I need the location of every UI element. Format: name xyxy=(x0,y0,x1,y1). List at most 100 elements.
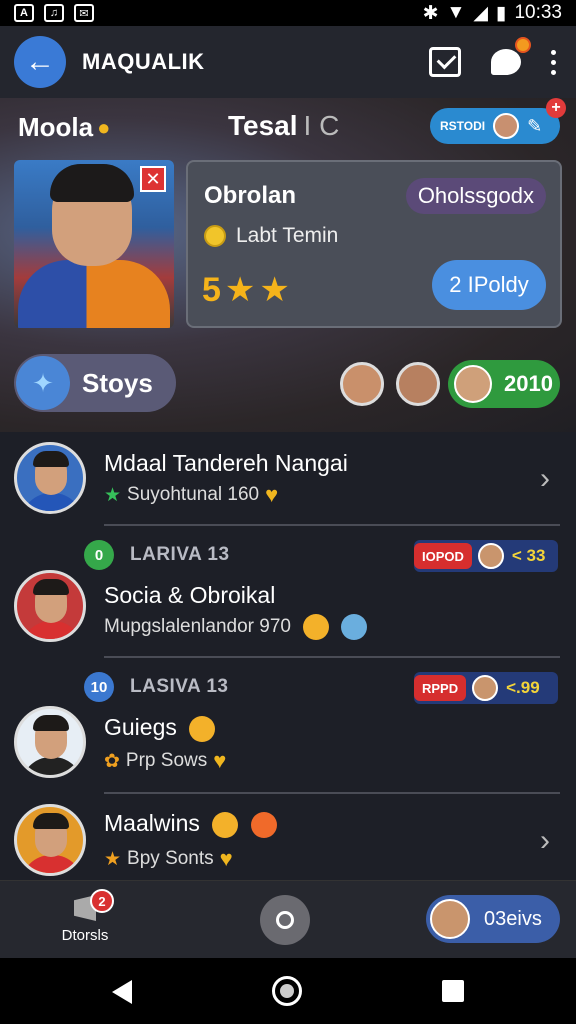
emoji-icon xyxy=(250,811,277,838)
score-pill[interactable]: IOPOD < 33 xyxy=(414,540,558,572)
avatar xyxy=(430,899,470,939)
mail-icon: ✉ xyxy=(74,4,94,22)
rank-badge: 10 xyxy=(84,672,114,702)
signal-icon: ◢ xyxy=(473,2,488,24)
compose-icon[interactable] xyxy=(429,47,461,77)
list-item[interactable]: 0 LARIVA 13 IOPOD < 33 Socia & Obroikal … xyxy=(0,526,576,656)
search-icon xyxy=(276,911,294,929)
avatar xyxy=(14,442,86,514)
hero-title: Tesal I C xyxy=(228,110,339,142)
avatar xyxy=(493,113,520,139)
nav-home[interactable]: 2 Dtorsls xyxy=(60,889,114,944)
info-card: Obrolan Oholssgodx Labt Temin 5 ★ ★ 2 IP… xyxy=(186,160,562,328)
coin-icon xyxy=(204,225,226,247)
story-count-pill[interactable]: 2010 xyxy=(448,360,560,408)
bottom-nav: 2 Dtorsls 03eivs xyxy=(0,880,576,958)
row-subtitle: ★ Suyohtunal 160 ♥ xyxy=(104,482,278,508)
score-tag: RPPD xyxy=(414,675,467,701)
arrow-left-icon: ← xyxy=(25,45,55,78)
star-icon: ★ xyxy=(104,484,122,506)
rating: 5 ★ ★ xyxy=(202,270,290,310)
info-card-subtitle-text: Labt Temin xyxy=(236,224,339,247)
flower-icon: ✿ xyxy=(104,750,120,772)
rank-label: LARIVA 13 xyxy=(130,544,230,565)
avatar-hair xyxy=(33,451,69,467)
row-subtitle-text: Mupgslalenlandor 970 xyxy=(104,616,291,637)
studio-pill-label: RSTODI xyxy=(440,119,486,133)
avatar xyxy=(14,570,86,642)
system-back-icon[interactable] xyxy=(112,980,132,1004)
bluetooth-icon: ✱ xyxy=(422,2,439,24)
back-button[interactable]: ← xyxy=(14,36,66,88)
score-value: < 33 xyxy=(511,546,546,565)
avatar xyxy=(14,804,86,876)
row-subtitle: ✿ Prp Sows ♥ xyxy=(104,748,226,774)
info-card-title: Obrolan xyxy=(204,182,297,209)
search-button[interactable] xyxy=(260,895,310,945)
row-subtitle-text: Suyohtunal 160 xyxy=(127,484,260,505)
notification-dot xyxy=(515,37,531,53)
avatar-shirt xyxy=(21,621,83,639)
player-card[interactable]: ✕ xyxy=(14,160,174,328)
avatar-shirt xyxy=(21,855,83,873)
score-pill[interactable]: RPPD <.99 xyxy=(414,672,558,704)
profile-pill-label: 03eivs xyxy=(484,907,542,930)
story-avatar[interactable] xyxy=(340,362,384,406)
avatar-hair xyxy=(33,715,69,731)
avatar-shirt xyxy=(21,493,83,511)
notification-icon-music: ♫ xyxy=(44,4,64,22)
system-home-icon[interactable] xyxy=(272,976,302,1006)
avatar-shirt xyxy=(21,757,83,775)
rating-number: 5 xyxy=(202,270,221,309)
row-subtitle-text: Bpy Sonts xyxy=(127,848,214,869)
hero-title-text: Tesal xyxy=(228,110,298,141)
info-card-tag[interactable]: Oholssgodx xyxy=(405,178,546,214)
emoji-icon xyxy=(212,811,239,838)
row-title: Mdaal Tandereh Nangai xyxy=(104,450,348,476)
close-icon[interactable]: ✕ xyxy=(140,166,166,192)
row-title: Guiegs xyxy=(104,714,216,742)
status-time: 10:33 xyxy=(514,2,562,23)
list-item[interactable]: Maalwins ★ Bpy Sonts ♥ › xyxy=(0,794,576,880)
battery-icon: ▮ xyxy=(495,2,507,24)
chevron-right-icon[interactable]: › xyxy=(540,824,550,858)
rank-badge: 0 xyxy=(84,540,114,570)
hero-title-suffix: I C xyxy=(303,110,340,141)
story-count: 2010 xyxy=(504,371,553,396)
nav-home-label: Dtorsls xyxy=(61,927,109,944)
add-icon[interactable]: + xyxy=(546,98,566,118)
heart-icon: ♥ xyxy=(265,482,279,507)
list-item[interactable]: 10 LASIVA 13 RPPD <.99 Guiegs ✿ Prp Sows… xyxy=(0,658,576,792)
story-avatar[interactable] xyxy=(396,362,440,406)
play-button[interactable]: 2 IPoldy xyxy=(432,260,546,310)
app-title: MAQUALIK xyxy=(82,49,205,74)
avatar xyxy=(14,706,86,778)
stories-button[interactable]: ✦ Stoys xyxy=(14,354,176,412)
rank-label: LASIVA 13 xyxy=(130,676,229,697)
star-icon: ★ xyxy=(224,271,256,309)
bird-icon: ✦ xyxy=(16,356,70,410)
more-options-icon[interactable] xyxy=(551,49,556,75)
row-subtitle: ★ Bpy Sonts ♥ xyxy=(104,846,233,872)
player-shirt xyxy=(18,260,170,328)
list-item[interactable]: Mdaal Tandereh Nangai ★ Suyohtunal 160 ♥… xyxy=(0,432,576,524)
avatar-hair xyxy=(33,813,69,829)
emoji-icon xyxy=(302,614,329,640)
score-tag: IOPOD xyxy=(414,543,472,569)
hero-left-label: Moola ● xyxy=(18,112,110,143)
emoji-icon xyxy=(340,614,367,640)
profile-pill[interactable]: 03eivs xyxy=(426,895,560,943)
chat-icon[interactable] xyxy=(491,37,531,75)
chevron-right-icon[interactable]: › xyxy=(540,462,550,496)
edit-icon: ✎ xyxy=(527,115,543,136)
row-subtitle: Mupgslalenlandor 970 xyxy=(104,614,367,640)
heart-icon: ♥ xyxy=(219,846,233,871)
money-bag-icon: ● xyxy=(97,114,111,140)
system-nav-bar xyxy=(0,958,576,1024)
notification-badge: 2 xyxy=(90,889,114,913)
notification-icon-a: A xyxy=(14,4,34,22)
studio-pill[interactable]: RSTODI ✎ + xyxy=(430,98,566,144)
score-value: <.99 xyxy=(506,678,540,697)
wifi-icon: ▼ xyxy=(446,2,466,23)
system-recents-icon[interactable] xyxy=(442,980,464,1002)
